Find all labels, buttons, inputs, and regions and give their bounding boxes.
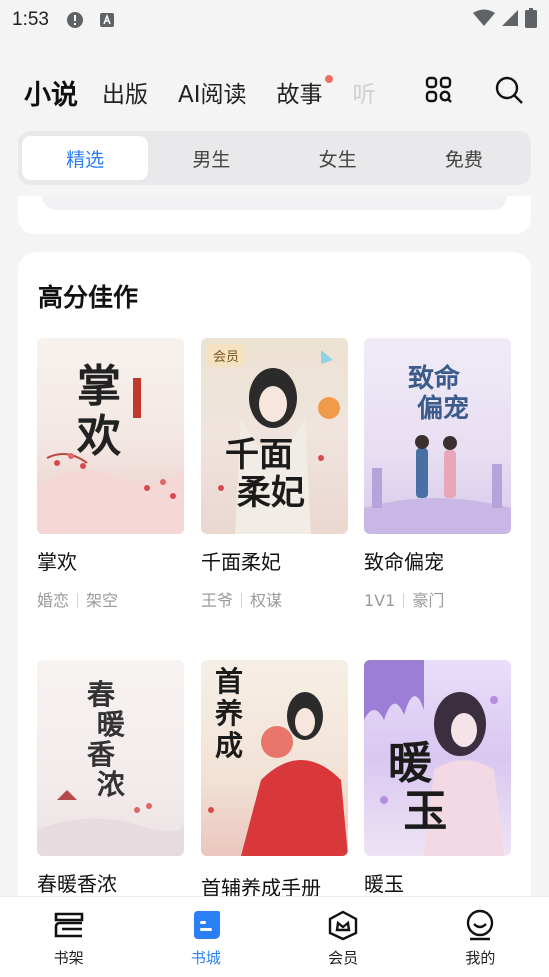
cover-title-4: 春 暖香 浓	[87, 678, 125, 801]
cover-title-2: 千面 柔妃	[225, 435, 305, 513]
book-tag: 权谋	[250, 591, 283, 610]
nav-label: 书架	[53, 949, 84, 967]
tab-story[interactable]: 故事	[276, 75, 333, 109]
nav-bookstore[interactable]: 书城	[137, 897, 274, 977]
tab-novel[interactable]: 小说	[24, 73, 78, 112]
top-nav: 小说 出版 AI阅读 故事 听	[0, 64, 549, 120]
book-title: 掌欢	[37, 550, 77, 574]
book-cover[interactable]: 春 暖香 浓	[37, 660, 184, 856]
font-icon	[97, 10, 117, 30]
high-score-section: 高分佳作 掌欢 掌欢 婚恋 架空 会员 千面 柔妃 千面柔妃 王爷 权谋 致命 …	[18, 252, 531, 952]
signal-icon	[501, 9, 519, 31]
tag-divider	[77, 593, 79, 608]
nav-vip[interactable]: 会员	[275, 897, 412, 977]
book-item[interactable]: 掌欢 掌欢 婚恋 架空	[37, 338, 184, 611]
book-title: 致命偏宠	[364, 550, 444, 574]
book-item[interactable]: 会员 千面 柔妃 千面柔妃 王爷 权谋	[201, 338, 348, 611]
subtab-featured[interactable]: 精选	[22, 136, 149, 180]
book-title: 千面柔妃	[201, 550, 281, 574]
book-tags: 婚恋 架空	[37, 587, 184, 611]
nav-label: 会员	[328, 949, 359, 967]
book-tags: 1V1 豪门	[364, 587, 511, 611]
vip-badge: 会员	[207, 344, 246, 367]
subtab-free[interactable]: 免费	[401, 136, 527, 180]
tag-divider	[403, 593, 405, 608]
alert-icon	[65, 10, 85, 30]
search-icon[interactable]	[493, 74, 525, 106]
bottom-nav: 书架 书城 会员 我的	[0, 896, 549, 977]
status-time: 1:53	[12, 9, 49, 30]
sub-tabs: 精选 男生 女生 免费	[18, 131, 531, 185]
subtab-male[interactable]: 男生	[148, 136, 274, 180]
category-icon[interactable]	[423, 74, 455, 106]
nav-label: 我的	[465, 949, 496, 967]
book-tag: 1V1	[364, 591, 396, 610]
book-item[interactable]: 春 暖香 浓 春暖香浓	[37, 660, 184, 897]
previous-card-inner	[42, 196, 507, 210]
tab-listen[interactable]: 听	[353, 75, 376, 109]
book-cover[interactable]: 会员 千面 柔妃	[201, 338, 348, 534]
notification-dot	[324, 75, 333, 83]
battery-icon	[525, 8, 537, 32]
vip-crown-icon	[325, 907, 361, 943]
tab-story-label: 故事	[276, 82, 323, 108]
profile-face-icon	[462, 907, 498, 943]
book-title: 春暖香浓	[37, 872, 117, 896]
book-item[interactable]: 致命 偏宠 致命偏宠 1V1 豪门	[364, 338, 511, 611]
book-tag: 婚恋	[37, 591, 70, 610]
book-item[interactable]: 暖 玉 暖玉	[364, 660, 511, 897]
tab-publish[interactable]: 出版	[102, 75, 148, 109]
bookshelf-icon	[51, 907, 87, 943]
book-title: 暖玉	[364, 872, 404, 896]
nav-bookshelf[interactable]: 书架	[0, 897, 137, 977]
status-bar: 1:53	[0, 0, 549, 40]
book-cover[interactable]: 掌欢	[37, 338, 184, 534]
book-cover[interactable]: 暖 玉	[364, 660, 511, 856]
book-tag: 王爷	[201, 591, 234, 610]
book-tag: 豪门	[412, 591, 445, 610]
subtab-female[interactable]: 女生	[275, 136, 401, 180]
tag-divider	[241, 593, 243, 608]
nav-mine[interactable]: 我的	[412, 897, 549, 977]
book-cover[interactable]: 致命 偏宠	[364, 338, 511, 534]
bookstore-icon	[188, 907, 224, 943]
nav-label: 书城	[190, 949, 221, 967]
wifi-icon	[473, 9, 495, 31]
cover-title-6: 暖 玉	[388, 738, 448, 837]
tab-ai-read[interactable]: AI阅读	[178, 75, 247, 109]
cover-title-5: 首养成	[215, 665, 244, 762]
book-cover[interactable]: 首养成	[201, 660, 348, 856]
book-tags: 王爷 权谋	[201, 587, 348, 611]
cover-title-3: 致命 偏宠	[408, 364, 470, 424]
book-tag: 架空	[86, 591, 119, 610]
previous-card	[18, 196, 531, 234]
cover-title-1: 掌欢	[77, 361, 121, 462]
book-item[interactable]: 首养成 首辅养成手册	[201, 660, 348, 901]
section-title: 高分佳作	[38, 283, 139, 312]
